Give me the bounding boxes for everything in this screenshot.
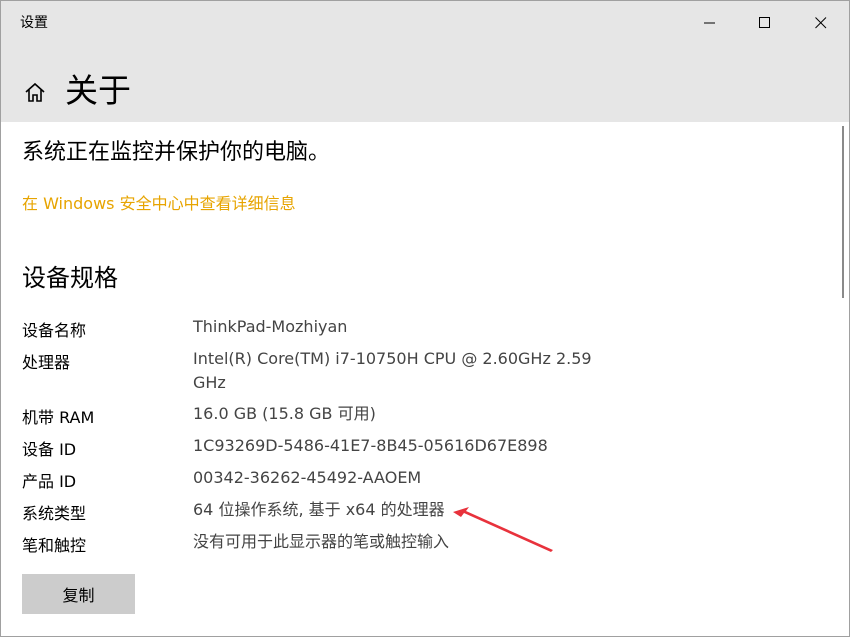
spec-value-ram: 16.0 GB (15.8 GB 可用) (193, 404, 376, 423)
vertical-scrollbar[interactable] (837, 122, 849, 636)
page-title: 关于 (65, 71, 131, 110)
protection-status: 系统正在监控并保护你的电脑。 (22, 140, 331, 165)
spec-value-pen-touch: 没有可用于此显示器的笔或触控输入 (193, 532, 450, 551)
security-center-link[interactable]: 在 Windows 安全中心中查看详细信息 (22, 190, 296, 214)
device-specs-title: 设备规格 (22, 264, 118, 292)
close-button[interactable] (793, 1, 849, 45)
copy-button[interactable]: 复制 (22, 574, 135, 614)
spec-value-processor: Intel(R) Core(TM) i7-10750H CPU @ 2.60GH… (193, 349, 592, 368)
spec-value-device-name: ThinkPad-Mozhiyan (193, 317, 348, 336)
spec-label-device-name: 设备名称 (22, 321, 87, 340)
annotation-arrow (453, 507, 553, 552)
spec-label-pen-touch: 笔和触控 (22, 536, 87, 555)
home-button[interactable] (21, 79, 49, 107)
spec-label-ram: 机带 RAM (22, 408, 95, 427)
minimize-button[interactable] (682, 1, 738, 45)
spec-label-system-type: 系统类型 (22, 504, 87, 523)
page-header: 关于 (1, 45, 849, 122)
maximize-icon (759, 17, 770, 28)
window-title: 设置 (20, 15, 48, 31)
spec-value-processor-cont: GHz (193, 373, 226, 392)
minimize-icon (704, 22, 715, 24)
spec-value-product-id: 00342-36262-45492-AAOEM (193, 468, 422, 487)
title-bar: 设置 (1, 1, 849, 45)
spec-label-processor: 处理器 (22, 353, 71, 372)
maximize-button[interactable] (737, 1, 793, 45)
spec-label-product-id: 产品 ID (22, 472, 77, 491)
spec-value-system-type: 64 位操作系统, 基于 x64 的处理器 (193, 500, 445, 519)
content-area: 系统正在监控并保护你的电脑。 在 Windows 安全中心中查看详细信息 设备规… (1, 122, 837, 636)
spec-value-device-id: 1C93269D-5486-41E7-8B45-05616D67E898 (193, 436, 548, 455)
settings-window: 设置 关于 系统正在监控并保护你的电脑。 在 Windows 安全中心中查看详细… (0, 0, 850, 637)
home-icon (25, 82, 45, 102)
close-icon (815, 17, 827, 29)
scrollbar-thumb[interactable] (842, 126, 844, 298)
spec-label-device-id: 设备 ID (22, 440, 77, 459)
